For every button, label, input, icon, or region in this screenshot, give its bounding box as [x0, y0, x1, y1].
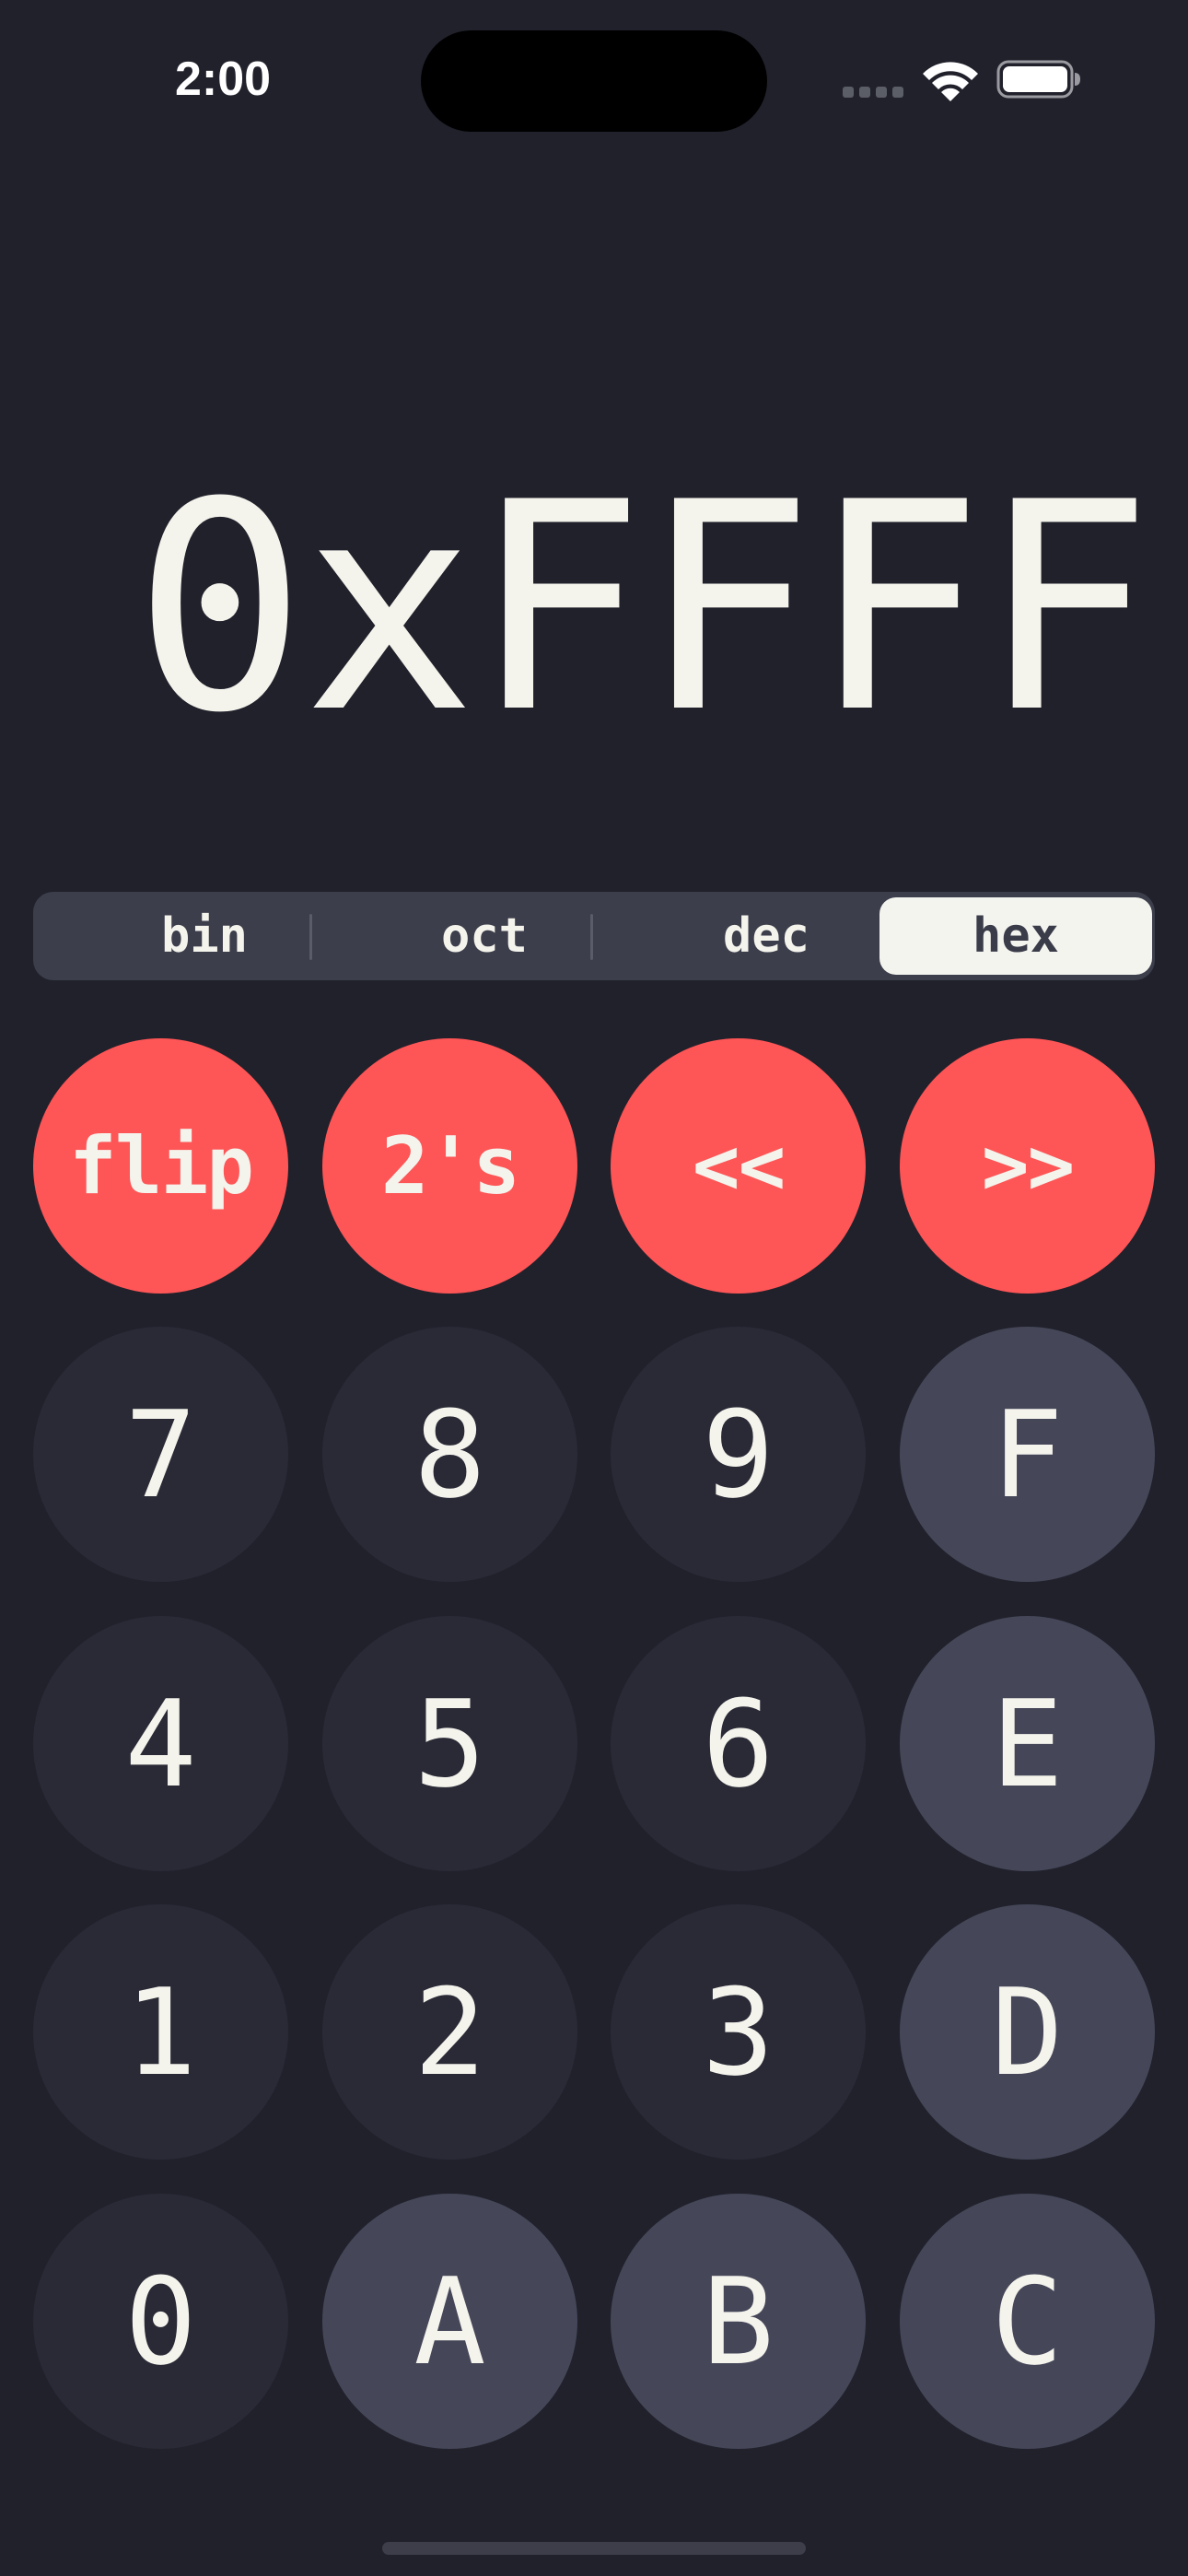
- result-display: 0xFFFF: [133, 440, 1153, 776]
- key-a[interactable]: A: [322, 2194, 577, 2449]
- key-9[interactable]: 9: [611, 1327, 866, 1582]
- key-c[interactable]: C: [900, 2194, 1155, 2449]
- key-e[interactable]: E: [900, 1616, 1155, 1871]
- mode-dec[interactable]: dec: [630, 897, 903, 975]
- key-7[interactable]: 7: [33, 1327, 288, 1582]
- mode-hex[interactable]: hex: [879, 897, 1152, 975]
- mode-bin[interactable]: bin: [68, 897, 341, 975]
- flip-button[interactable]: flip: [33, 1038, 288, 1294]
- wifi-icon: [923, 62, 978, 101]
- cellular-signal-icon: [843, 87, 903, 98]
- key-5[interactable]: 5: [322, 1616, 577, 1871]
- key-3[interactable]: 3: [611, 1904, 866, 2160]
- mode-oct[interactable]: oct: [348, 897, 621, 975]
- key-b[interactable]: B: [611, 2194, 866, 2449]
- dynamic-island: [421, 30, 767, 132]
- twos-complement-button[interactable]: 2's: [322, 1038, 577, 1294]
- battery-icon: [996, 60, 1080, 99]
- key-d[interactable]: D: [900, 1904, 1155, 2160]
- key-0[interactable]: 0: [33, 2194, 288, 2449]
- base-mode-selector: bin oct dec hex: [33, 892, 1155, 980]
- key-6[interactable]: 6: [611, 1616, 866, 1871]
- segment-divider: [309, 914, 312, 960]
- key-8[interactable]: 8: [322, 1327, 577, 1582]
- key-2[interactable]: 2: [322, 1904, 577, 2160]
- key-f[interactable]: F: [900, 1327, 1155, 1582]
- key-1[interactable]: 1: [33, 1904, 288, 2160]
- shift-left-button[interactable]: <<: [611, 1038, 866, 1294]
- key-4[interactable]: 4: [33, 1616, 288, 1871]
- segment-divider: [590, 914, 593, 960]
- shift-right-button[interactable]: >>: [900, 1038, 1155, 1294]
- status-time: 2:00: [174, 53, 272, 106]
- home-indicator[interactable]: [382, 2542, 806, 2555]
